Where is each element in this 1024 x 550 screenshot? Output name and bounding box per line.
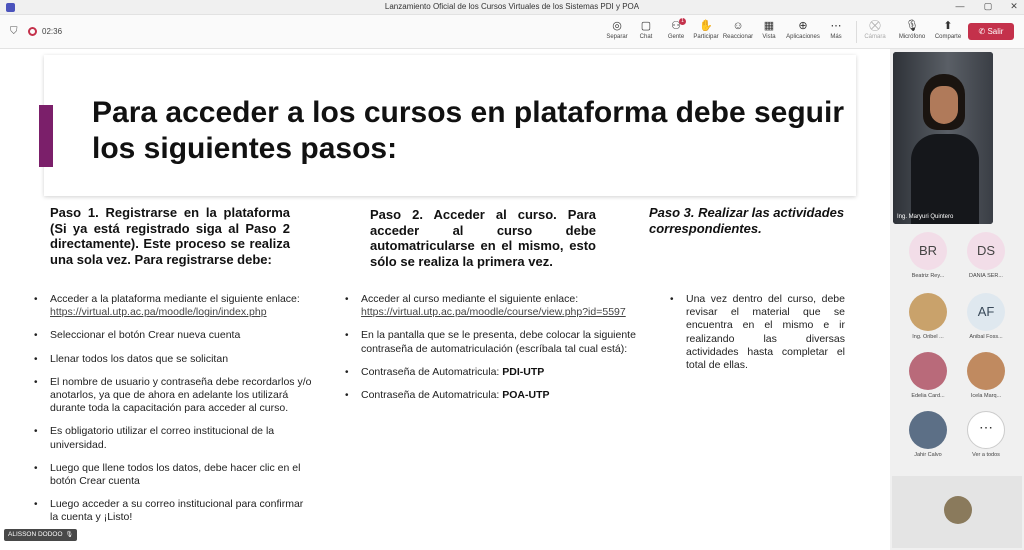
microphone-muted-icon: 🎙: [905, 20, 919, 32]
list-item: Una vez dentro del curso, debe revisar e…: [670, 293, 845, 372]
more-options-button[interactable]: ⋯ Más: [819, 19, 853, 40]
camera-off-icon: ⛒: [869, 20, 881, 32]
meeting-timer: 02:36: [42, 27, 63, 36]
avatar: [944, 496, 972, 524]
view-icon: ▦: [763, 20, 775, 32]
participant-tile[interactable]: AF Anibal Foss...: [958, 293, 1014, 340]
recording-icon: [28, 27, 37, 36]
list-item: Llenar todos los datos que se solicitan: [34, 353, 314, 366]
participant-name: Ing. Oribel ...: [912, 334, 944, 340]
self-video-thumbnail[interactable]: [892, 476, 1022, 548]
minimize-button[interactable]: —: [952, 1, 968, 11]
step2-bullets: Acceder al curso mediante el siguiente e…: [345, 293, 655, 412]
main-video-tile[interactable]: Ing. Maryuri Quintero: [893, 52, 993, 224]
window-titlebar: Lanzamiento Oficial de los Cursos Virtua…: [0, 0, 1024, 15]
more-icon: ⋯: [967, 411, 1005, 449]
people-badge: 1: [679, 18, 686, 25]
video-person-face: [930, 86, 958, 124]
close-window-button[interactable]: ✕: [1006, 1, 1022, 12]
participant-tile[interactable]: Ing. Oribel ...: [900, 293, 956, 340]
react-button[interactable]: ☺ Reaccionar: [721, 19, 755, 40]
react-icon: ☺: [732, 20, 744, 32]
people-button[interactable]: ⚇ 1 Gente: [659, 18, 693, 40]
main-video-name: Ing. Maryuri Quintero: [897, 214, 954, 220]
step1-title: Paso 1. Registrarse en la plataforma (Si…: [50, 205, 290, 267]
participants-sidebar: Ing. Maryuri Quintero BR Beatriz Rey... …: [890, 49, 1024, 550]
maximize-button[interactable]: ▢: [980, 1, 996, 12]
list-item: En la pantalla que se le presenta, debe …: [345, 329, 655, 355]
participant-tile[interactable]: Jahir Calvo: [900, 411, 956, 458]
list-item: El nombre de usuario y contraseña debe r…: [34, 376, 314, 416]
list-item: Luego acceder a su correo institucional …: [34, 498, 314, 524]
slide-accent-bar: [39, 105, 53, 167]
more-icon: ⋯: [830, 20, 842, 32]
participant-name: Beatriz Rey...: [911, 273, 945, 279]
step1-column: Paso 1. Registrarse en la plataforma (Si…: [50, 205, 290, 267]
avatar: AF: [967, 293, 1005, 331]
participant-tile[interactable]: DS DANIA SER...: [958, 232, 1014, 279]
apps-icon: ⊕: [798, 20, 808, 32]
toolbar-divider: [856, 21, 857, 43]
slide-title: Para acceder a los cursos en plataforma …: [92, 96, 844, 165]
avatar: [909, 411, 947, 449]
list-item: Es obligatorio utilizar el correo instit…: [34, 425, 314, 451]
people-icon: ⚇: [671, 20, 681, 32]
avatar: BR: [909, 232, 947, 270]
leave-button[interactable]: ✆ Salir: [968, 23, 1014, 40]
step3-column: Paso 3. Realizar las actividades corresp…: [649, 205, 849, 236]
presenter-name-tag: ALISSON DODOO 🎙: [4, 529, 78, 541]
participant-tile[interactable]: Edelia Card...: [900, 352, 956, 399]
see-all-participants-button[interactable]: ⋯ Ver a todos: [958, 411, 1014, 458]
avatar: [909, 293, 947, 331]
window-title: Lanzamiento Oficial de los Cursos Virtua…: [384, 2, 640, 11]
moodle-login-link[interactable]: https://virtual.utp.ac.pa/moodle/login/i…: [50, 306, 267, 318]
participant-name: Icela Marq...: [970, 393, 1002, 399]
camera-button[interactable]: ⛒ Cámara: [858, 19, 892, 40]
view-button[interactable]: ▦ Vista: [752, 19, 786, 40]
avatar: [909, 352, 947, 390]
participant-name: Jahir Calvo: [914, 452, 942, 458]
avatar: [967, 352, 1005, 390]
participant-tile[interactable]: BR Beatriz Rey...: [900, 232, 956, 279]
avatar: DS: [967, 232, 1005, 270]
microphone-button[interactable]: 🎙 Micrófono: [895, 19, 929, 40]
step2-column: Paso 2. Acceder al curso. Para acceder a…: [370, 207, 596, 269]
list-item: Contraseña de Automatricula: POA-UTP: [345, 389, 655, 402]
moodle-course-link[interactable]: https://virtual.utp.ac.pa/moodle/course/…: [361, 306, 626, 318]
video-person-body: [911, 134, 979, 224]
share-screen-icon: ⬆: [943, 20, 953, 32]
meeting-toolbar: ⛉ 02:36 ◎ Separar ▢ Chat ⚇ 1 Gente ✋ Par…: [0, 15, 1024, 49]
step2-title: Paso 2. Acceder al curso. Para acceder a…: [370, 207, 596, 269]
password-pdi: PDI-UTP: [502, 365, 545, 378]
step1-bullets: Acceder a la plataforma mediante el sigu…: [34, 293, 314, 535]
list-item: Acceder a la plataforma mediante el sigu…: [34, 293, 314, 319]
shield-icon: ⛉: [10, 26, 18, 37]
apps-button[interactable]: ⊕ Aplicaciones: [786, 19, 820, 40]
shared-content-stage: Para acceder a los cursos en plataforma …: [0, 49, 890, 550]
step3-title: Paso 3. Realizar las actividades corresp…: [649, 205, 845, 236]
list-item: Contraseña de Automatricula: PDI-UTP: [345, 366, 655, 379]
step3-bullets: Una vez dentro del curso, debe revisar e…: [670, 293, 845, 382]
participant-name: Edelia Card...: [911, 393, 945, 399]
participant-tile[interactable]: Icela Marq...: [958, 352, 1014, 399]
participant-name: Anibal Foss...: [969, 334, 1003, 340]
chat-button[interactable]: ▢ Chat: [629, 19, 663, 40]
raise-hand-button[interactable]: ✋ Participar: [689, 19, 723, 40]
microphone-icon: 🎙: [65, 532, 74, 538]
share-button[interactable]: ⬆ Comparte: [931, 19, 965, 40]
see-all-label: Ver a todos: [972, 452, 1000, 458]
raise-hand-icon: ✋: [699, 20, 713, 32]
password-poa: POA-UTP: [502, 389, 550, 402]
list-item: Seleccionar el botón Crear nueva cuenta: [34, 329, 314, 342]
list-item: Luego que llene todos los datos, debe ha…: [34, 462, 314, 488]
chat-icon: ▢: [640, 20, 652, 32]
participant-name: DANIA SER...: [969, 273, 1003, 279]
list-item: Acceder al curso mediante el siguiente e…: [345, 293, 655, 319]
